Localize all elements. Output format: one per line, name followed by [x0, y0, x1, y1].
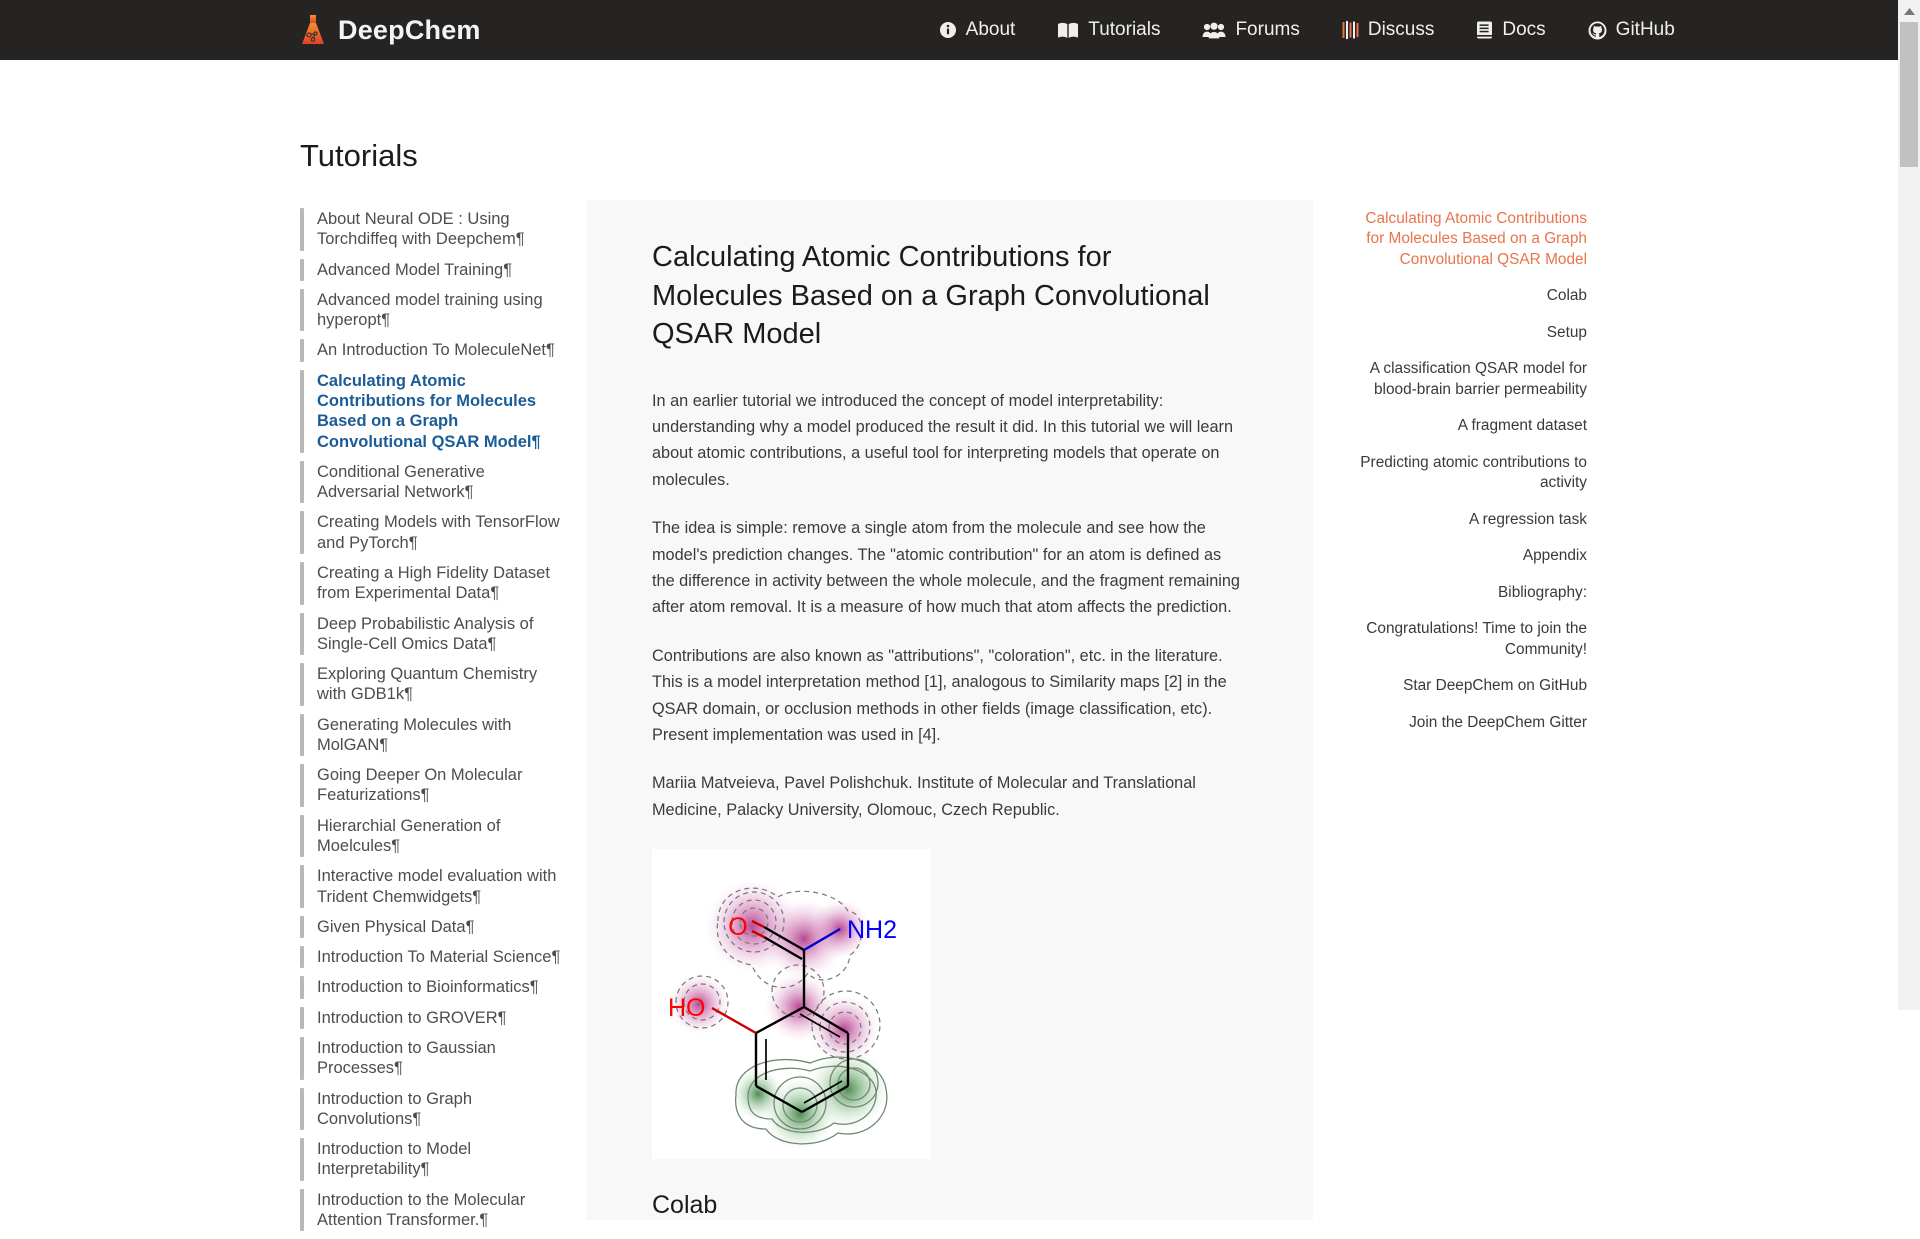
- sidebar-item-hierarchial-generation[interactable]: Hierarchial Generation of Moelcules¶: [300, 814, 562, 858]
- sidebar-item-label: Introduction to Graph Convolutions¶: [317, 1089, 473, 1128]
- sidebar-item-label: Conditional Generative Adversarial Netwo…: [317, 462, 485, 502]
- article-paragraph: In an earlier tutorial we introduced the…: [652, 391, 1234, 489]
- sidebar-item-about-neural-ode[interactable]: About Neural ODE : Using Torchdiffeq wit…: [300, 208, 562, 251]
- toc-item-congratulations[interactable]: Congratulations! Time to join the Commun…: [1355, 619, 1587, 660]
- sidebar-item-advanced-model-training[interactable]: Advanced Model Training¶: [300, 258, 562, 281]
- page-scrollbar[interactable]: [1898, 0, 1920, 1010]
- users-icon: [1202, 22, 1226, 39]
- sidebar-item-moleculenet[interactable]: An Introduction To MoleculeNet¶: [300, 339, 562, 362]
- top-navigation-bar: DeepChem About Tutorials Forums Discuss …: [0, 0, 1898, 60]
- tutorials-sidebar: About Neural ODE : Using Torchdiffeq wit…: [300, 208, 562, 1239]
- sidebar-item-label: Generating Molecules with MolGAN¶: [317, 715, 512, 754]
- toc-item-join-deepchem-gitter[interactable]: Join the DeepChem Gitter: [1355, 713, 1587, 733]
- toc-item-atomic-contributions[interactable]: Calculating Atomic Contributions for Mol…: [1355, 209, 1587, 270]
- article-title: Calculating Atomic Contributions for Mol…: [652, 241, 1210, 351]
- table-of-contents: Calculating Atomic Contributions for Mol…: [1355, 209, 1587, 749]
- flask-icon: [300, 14, 326, 46]
- sidebar-item-label: Going Deeper On Molecular Featurizations…: [317, 766, 523, 805]
- brand-name: DeepChem: [338, 14, 481, 45]
- nav-link-forums[interactable]: Forums: [1202, 19, 1300, 41]
- nav-link-label: About: [965, 19, 1016, 40]
- sidebar-item-grover[interactable]: Introduction to GROVER¶: [300, 1006, 562, 1029]
- sidebar-item-molecular-attention-transformer[interactable]: Introduction to the Molecular Attention …: [300, 1188, 562, 1232]
- nav-link-tutorials[interactable]: Tutorials: [1057, 19, 1160, 41]
- sidebar-item-conditional-gan[interactable]: Conditional Generative Adversarial Netwo…: [300, 460, 562, 504]
- toc-item-setup[interactable]: Setup: [1355, 323, 1587, 343]
- sidebar-item-label: An Introduction To MoleculeNet¶: [317, 341, 555, 360]
- nav-link-about[interactable]: About: [939, 19, 1016, 41]
- section-heading-colab: Colab: [652, 1191, 718, 1220]
- sidebar-item-label: Calculating Atomic Contributions for Mol…: [317, 371, 541, 451]
- sidebar-item-model-interpretability[interactable]: Introduction to Model Interpretability¶: [300, 1138, 562, 1181]
- nav-link-label: Discuss: [1367, 19, 1435, 40]
- sidebar-item-label: Exploring Quantum Chemistry with GDB1k¶: [317, 665, 538, 704]
- nav-link-label: Docs: [1502, 19, 1546, 40]
- toc-item-colab[interactable]: Colab: [1355, 286, 1587, 306]
- article-paragraph: The idea is simple: remove a single atom…: [652, 519, 1240, 617]
- sidebar-item-hyperopt[interactable]: Advanced model training using hyperopt¶: [300, 288, 562, 332]
- sidebar-item-label: Deep Probabilistic Analysis of Single-Ce…: [317, 614, 534, 653]
- toc-item-regression-task[interactable]: A regression task: [1355, 510, 1587, 530]
- sidebar-item-label: Interactive model evaluation with Triden…: [317, 867, 557, 906]
- sidebar-item-molecular-featurizations[interactable]: Going Deeper On Molecular Featurizations…: [300, 764, 562, 807]
- molecule-contribution-map: O NH2 HO: [652, 849, 931, 1160]
- article-content: Calculating Atomic Contributions for Mol…: [586, 200, 1313, 1221]
- sidebar-item-given-physical-data[interactable]: Given Physical Data¶: [300, 915, 562, 939]
- nav-link-docs[interactable]: Docs: [1476, 19, 1546, 41]
- sidebar-item-label: Hierarchial Generation of Moelcules¶: [317, 816, 501, 856]
- nav-links: About Tutorials Forums Discuss Docs GitH…: [939, 19, 1675, 41]
- sidebar-item-label: About Neural ODE : Using Torchdiffeq wit…: [317, 210, 525, 249]
- sidebar-item-label: Advanced model training using hyperopt¶: [317, 290, 543, 330]
- sidebar-item-label: Introduction To Material Science¶: [317, 948, 561, 967]
- info-circle-icon: [939, 21, 957, 39]
- nav-link-label: GitHub: [1615, 19, 1675, 40]
- nav-link-github[interactable]: GitHub: [1588, 19, 1675, 41]
- toc-item-bibliography[interactable]: Bibliography:: [1355, 583, 1587, 603]
- sidebar-item-label: Introduction to GROVER¶: [317, 1008, 507, 1027]
- sidebar-item-single-cell-omics[interactable]: Deep Probabilistic Analysis of Single-Ce…: [300, 612, 562, 656]
- toc-item-classification-qsar-model[interactable]: A classification QSAR model for blood-br…: [1355, 359, 1587, 400]
- sidebar-item-label: Introduction to Model Interpretability¶: [317, 1140, 472, 1179]
- sidebar-item-label: Introduction to Bioinformatics¶: [317, 978, 539, 997]
- article-paragraph: Mariia Matveieva, Pavel Polishchuk. Inst…: [652, 774, 1196, 819]
- scrollbar-thumb[interactable]: [1900, 22, 1918, 167]
- toc-item-appendix[interactable]: Appendix: [1355, 546, 1587, 566]
- sidebar-item-label: Introduction to the Molecular Attention …: [317, 1190, 526, 1229]
- atom-label-NH2: NH2: [847, 916, 897, 944]
- sidebar-item-gdb1k[interactable]: Exploring Quantum Chemistry with GDB1k¶: [300, 663, 562, 706]
- toc-item-star-deepchem-github[interactable]: Star DeepChem on GitHub: [1355, 676, 1587, 696]
- sidebar-item-label: Advanced Model Training¶: [317, 260, 513, 279]
- sidebar-item-molgan[interactable]: Generating Molecules with MolGAN¶: [300, 713, 562, 757]
- article-paragraph: Contributions are also known as "attribu…: [652, 646, 1227, 744]
- github-icon: [1588, 21, 1607, 40]
- sidebar-item-tensorflow-pytorch[interactable]: Creating Models with TensorFlow and PyTo…: [300, 511, 562, 554]
- sidebar-item-graph-convolutions[interactable]: Introduction to Graph Convolutions¶: [300, 1087, 562, 1131]
- toc-item-fragment-dataset[interactable]: A fragment dataset: [1355, 416, 1587, 436]
- discourse-icon: [1342, 21, 1359, 39]
- nav-link-discuss[interactable]: Discuss: [1342, 19, 1435, 41]
- book-icon: [1476, 21, 1493, 39]
- sidebar-item-label: Creating Models with TensorFlow and PyTo…: [317, 513, 560, 552]
- sidebar-item-high-fidelity-dataset[interactable]: Creating a High Fidelity Dataset from Ex…: [300, 561, 562, 605]
- atom-label-HO: HO: [668, 994, 706, 1022]
- page-layout: About Neural ODE : Using Torchdiffeq wit…: [0, 200, 1898, 1232]
- toc-item-predicting-atomic-contributions[interactable]: Predicting atomic contributions to activ…: [1355, 453, 1587, 494]
- sidebar-item-trident-chemwidgets[interactable]: Interactive model evaluation with Triden…: [300, 865, 562, 908]
- nav-link-label: Forums: [1235, 19, 1300, 40]
- sidebar-item-bioinformatics[interactable]: Introduction to Bioinformatics¶: [300, 976, 562, 999]
- brand-logo[interactable]: DeepChem: [300, 14, 481, 46]
- sidebar-item-label: Creating a High Fidelity Dataset from Ex…: [317, 563, 550, 603]
- scroll-up-arrow-icon[interactable]: [1898, 3, 1920, 20]
- book-open-icon: [1057, 22, 1079, 39]
- sidebar-item-atomic-contributions[interactable]: Calculating Atomic Contributions for Mol…: [300, 369, 562, 453]
- page-title: Tutorials: [300, 138, 418, 173]
- sidebar-item-label: Introduction to Gaussian Processes¶: [317, 1039, 496, 1078]
- sidebar-item-label: Given Physical Data¶: [317, 917, 475, 936]
- nav-link-label: Tutorials: [1088, 19, 1161, 40]
- sidebar-item-gaussian-processes[interactable]: Introduction to Gaussian Processes¶: [300, 1037, 562, 1080]
- sidebar-item-material-science[interactable]: Introduction To Material Science¶: [300, 946, 562, 969]
- atom-label-O: O: [728, 913, 747, 941]
